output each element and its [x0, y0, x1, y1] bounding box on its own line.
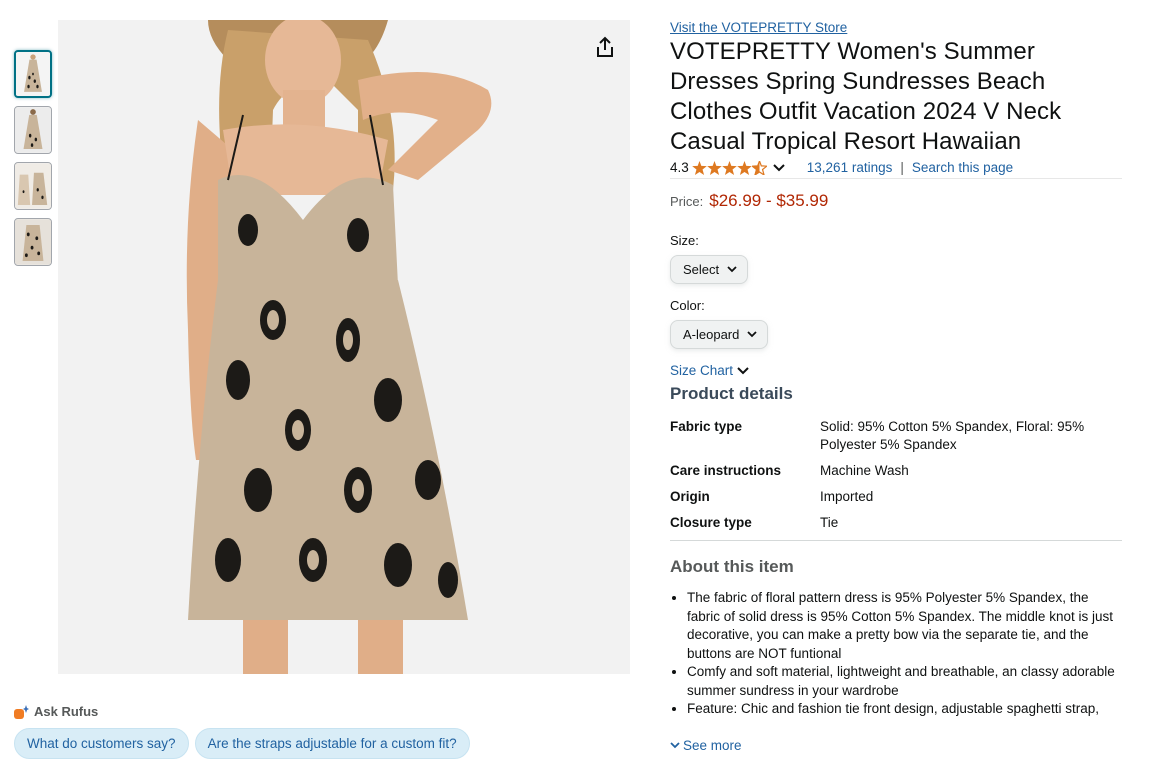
thumbnail-1[interactable]: [14, 50, 52, 98]
rating-row: 4.3 13,261 ratings | Search this page: [670, 159, 1122, 179]
star-icon: [721, 160, 737, 175]
chevron-down-icon: [727, 266, 737, 273]
product-details-table: Fabric type Solid: 95% Cotton 5% Spandex…: [670, 418, 1122, 532]
ask-rufus-heading: Ask Rufus: [14, 704, 98, 719]
color-dropdown[interactable]: A-leopard: [670, 320, 769, 349]
size-dropdown[interactable]: Select: [670, 255, 749, 284]
size-dropdown-value: Select: [683, 262, 720, 277]
about-this-item-heading: About this item: [670, 557, 794, 576]
price-value: $26.99 - $35.99: [709, 191, 829, 210]
star-icon: [691, 160, 707, 175]
size-label: Size:: [670, 233, 699, 248]
size-chart-label: Size Chart: [670, 363, 734, 378]
thumbnail-3[interactable]: [14, 162, 52, 210]
ratings-count-link[interactable]: 13,261 ratings: [807, 160, 893, 175]
divider: [670, 540, 1122, 541]
details-key: Closure type: [670, 515, 752, 530]
rufus-chip-straps-adjustable[interactable]: Are the straps adjustable for a custom f…: [194, 728, 470, 759]
details-row: Closure type Tie: [670, 514, 1122, 532]
about-bullets: The fabric of floral pattern dress is 95…: [670, 589, 1122, 719]
search-this-page-link[interactable]: Search this page: [912, 160, 1013, 175]
chevron-down-icon: [737, 366, 749, 374]
thumbnail-4[interactable]: [14, 218, 52, 266]
product-details-heading: Product details: [670, 384, 793, 403]
chevron-down-icon[interactable]: [773, 163, 785, 172]
about-bullet: Comfy and soft material, lightweight and…: [687, 663, 1122, 700]
star-icon: [736, 160, 752, 175]
rufus-chip-label: What do customers say?: [27, 736, 176, 751]
share-button[interactable]: [592, 34, 618, 60]
details-value: Tie: [820, 515, 839, 530]
details-value: Machine Wash: [820, 463, 909, 478]
price-label: Price:: [670, 194, 704, 209]
details-row: Care instructions Machine Wash: [670, 462, 1122, 480]
color-dropdown-value: A-leopard: [683, 327, 740, 342]
separator: |: [900, 160, 904, 175]
details-key: Origin: [670, 489, 710, 504]
size-chart-link[interactable]: Size Chart: [670, 363, 1122, 378]
main-product-image[interactable]: [58, 20, 630, 674]
thumbnail-2[interactable]: [14, 106, 52, 154]
product-title: VOTEPRETTY Women's Summer Dresses Spring…: [670, 38, 1062, 155]
rufus-chip-label: Are the straps adjustable for a custom f…: [207, 736, 457, 751]
store-link[interactable]: Visit the VOTEPRETTY Store: [670, 20, 1122, 35]
star-rating[interactable]: [691, 160, 767, 175]
details-row: Origin Imported: [670, 488, 1122, 506]
color-label: Color:: [670, 298, 705, 313]
ask-rufus-label: Ask Rufus: [34, 704, 99, 719]
chevron-down-icon: [670, 742, 680, 749]
product-info: Visit the VOTEPRETTY Store VOTEPRETTY Wo…: [670, 20, 1122, 719]
details-key: Care instructions: [670, 463, 782, 478]
rufus-suggestions: What do customers say? Are the straps ad…: [14, 728, 470, 759]
chevron-down-icon: [747, 331, 758, 338]
thumbnail-strip: [14, 50, 54, 274]
see-more-label: See more: [683, 738, 742, 753]
rating-value: 4.3: [670, 160, 689, 175]
details-row: Fabric type Solid: 95% Cotton 5% Spandex…: [670, 418, 1122, 454]
see-more-link[interactable]: See more: [670, 738, 742, 753]
details-value: Solid: 95% Cotton 5% Spandex, Floral: 95…: [820, 419, 1085, 452]
star-half-icon: [751, 160, 767, 175]
rufus-chip-customers-say[interactable]: What do customers say?: [14, 728, 189, 759]
star-icon: [706, 160, 722, 175]
details-key: Fabric type: [670, 419, 743, 434]
details-value: Imported: [820, 489, 874, 504]
rufus-icon: [14, 704, 29, 719]
about-bullet: The fabric of floral pattern dress is 95…: [687, 589, 1122, 663]
about-bullet: Feature: Chic and fashion tie front desi…: [687, 700, 1122, 719]
price-row: Price: $26.99 - $35.99: [670, 191, 1122, 211]
share-icon: [597, 36, 613, 57]
